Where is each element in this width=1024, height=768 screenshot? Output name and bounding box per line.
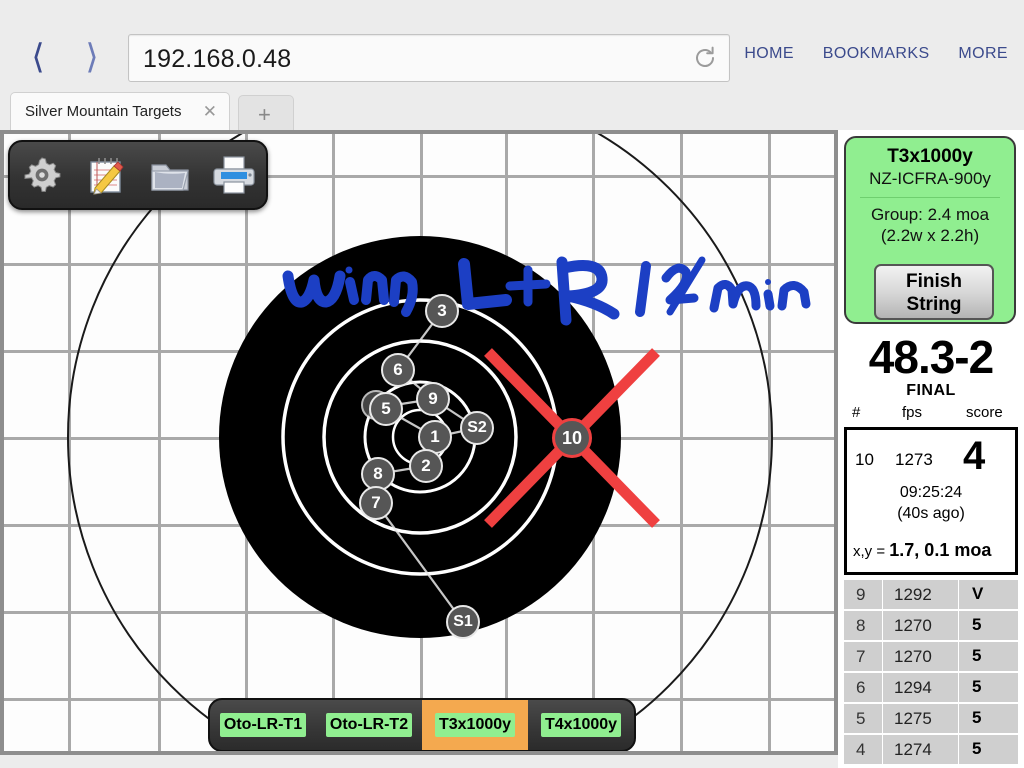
shot-marker[interactable]: S2 [460,411,494,445]
target-pane[interactable]: 3 6 5 9 5 S2 1 2 8 7 S1 10 [0,130,838,755]
shot-row-num: 6 [856,678,866,697]
xy-value: 1.7, 0.1 moa [889,540,992,560]
shot-marker[interactable]: 5 [369,392,403,426]
target-name: T3x1000y [887,146,973,167]
latest-shot-score: 4 [963,434,986,478]
app-root: ⟨ ⟩ 192.168.0.48 HOME BOOKMARKS MORE Sil… [0,0,1024,768]
url-text[interactable]: 192.168.0.48 [143,45,291,74]
browser-chrome: ⟨ ⟩ 192.168.0.48 HOME BOOKMARKS MORE Sil… [0,0,1024,131]
close-icon[interactable]: ✕ [203,102,217,122]
forward-icon[interactable]: ⟩ [72,38,112,78]
group-size-line2: (2.2w x 2.2h) [880,226,980,245]
score-sidebar: T3x1000y NZ-ICFRA-900y Group: 2.4 moa (2… [838,130,1024,768]
shot-row-score: 5 [972,739,982,758]
shot-row[interactable]: 7 1270 5 [844,642,1018,672]
address-bar[interactable]: 192.168.0.48 [128,34,730,82]
latest-shot-card[interactable]: 10 1273 4 09:25:24 (40s ago) x,y = 1.7, … [844,427,1018,575]
xy-label: x,y = [853,543,886,560]
shot-marker[interactable]: 3 [425,294,459,328]
latest-shot-xy: x,y = 1.7, 0.1 moa [853,540,991,561]
shot-row[interactable]: 8 1270 5 [844,611,1018,641]
tab-title: Silver Mountain Targets [25,103,182,120]
target-chip-label: T3x1000y [434,713,516,737]
reload-icon[interactable] [691,44,719,72]
bookmarks-link[interactable]: BOOKMARKS [823,45,930,62]
shot-row-score: V [972,584,984,603]
finish-string-label-line1: Finish [906,271,962,292]
shot-row-num: 9 [856,585,866,604]
shot-table-header: # fps score [844,404,1018,424]
target-info-card: T3x1000y NZ-ICFRA-900y Group: 2.4 moa (2… [844,136,1016,324]
shot-row[interactable]: 5 1275 5 [844,704,1018,734]
latest-shot-ago: (40s ago) [897,505,965,522]
target-chip-label: T4x1000y [540,713,622,737]
shot-row-score: 5 [972,708,982,727]
new-tab-button[interactable]: + [238,95,294,131]
latest-shot-timing: 09:25:24 (40s ago) [847,482,1015,524]
browser-tab[interactable]: Silver Mountain Targets ✕ [10,92,230,131]
shot-row-fps: 1292 [894,585,932,604]
target-chip-label: Oto-LR-T2 [325,713,413,737]
printer-icon[interactable] [208,150,260,200]
target-chip-oto-lr-t2[interactable]: Oto-LR-T2 [316,700,422,750]
target-toolbar [8,140,268,210]
shot-marker[interactable]: 9 [416,382,450,416]
shot-row-num: 5 [856,709,866,728]
shot-marker[interactable]: 7 [359,486,393,520]
shot-row[interactable]: 4 1274 5 [844,735,1018,765]
shot-row[interactable]: 6 1294 5 [844,673,1018,703]
shot-marker[interactable]: S1 [446,605,480,639]
shot-row-fps: 1274 [894,740,932,759]
column-header-num: # [852,404,861,421]
latest-shot-marker[interactable]: 10 [552,418,592,458]
divider [860,197,1000,198]
latest-shot-row: 10 1273 4 [847,434,1015,478]
shot-row-fps: 1270 [894,647,932,666]
home-link[interactable]: HOME [744,45,794,62]
target-face-name: NZ-ICFRA-900y [869,169,991,188]
column-header-fps: fps [902,404,923,421]
shot-row[interactable]: 9 1292 V [844,580,1018,610]
target-canvas[interactable]: 3 6 5 9 5 S2 1 2 8 7 S1 10 [4,134,834,751]
back-icon[interactable]: ⟨ [18,38,58,78]
shot-row-score: 5 [972,615,982,634]
more-link[interactable]: MORE [958,45,1008,62]
notepad-pencil-icon[interactable] [80,150,132,200]
target-selector: Oto-LR-T1 Oto-LR-T2 T3x1000y T4x1000y [208,698,636,751]
target-chip-t4x1000y[interactable]: T4x1000y [528,700,634,750]
shot-row-num: 4 [856,740,866,759]
shot-marker[interactable]: 6 [381,353,415,387]
shot-row-score: 5 [972,646,982,665]
shot-row-score: 5 [972,677,982,696]
group-size-line1: Group: 2.4 moa [870,205,990,224]
target-chip-t3x1000y[interactable]: T3x1000y [422,700,528,750]
shot-row-num: 8 [856,616,866,635]
tab-strip: Silver Mountain Targets ✕ + [0,92,1024,131]
folder-icon[interactable] [144,150,196,200]
shot-row-fps: 1275 [894,709,932,728]
shot-row-fps: 1294 [894,678,932,697]
plus-icon: + [258,102,271,127]
shot-row-num: 7 [856,647,866,666]
status-label: FINAL [906,382,956,399]
total-score: 48.3-2 [868,331,994,383]
target-chip-label: Oto-LR-T1 [219,713,307,737]
finish-string-button[interactable]: Finish String [874,264,994,320]
latest-shot-time: 09:25:24 [899,484,963,501]
chrome-links: HOME BOOKMARKS MORE [720,45,1008,63]
shot-row-fps: 1270 [894,616,932,635]
target-chip-oto-lr-t1[interactable]: Oto-LR-T1 [210,700,316,750]
finish-string-label-line2: String [906,294,962,315]
latest-shot-fps: 1273 [895,450,933,469]
column-header-score: score [966,404,1003,421]
shot-marker[interactable]: 2 [409,449,443,483]
latest-shot-num: 10 [855,450,874,469]
target-face: 3 6 5 9 5 S2 1 2 8 7 S1 10 [4,134,834,751]
settings-gear-icon[interactable] [16,150,68,200]
